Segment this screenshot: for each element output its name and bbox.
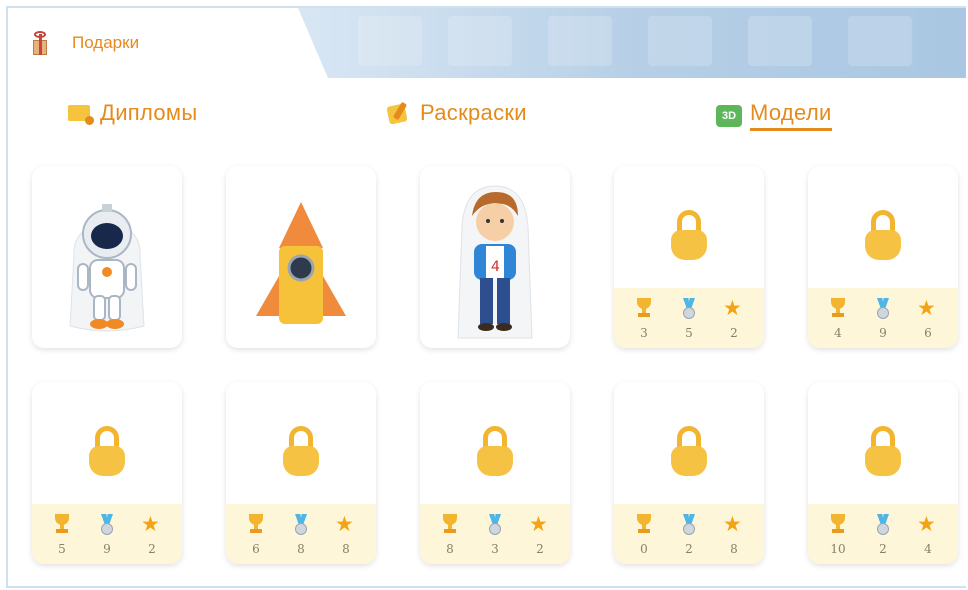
unlock-requirements: 6 8 ★ 8 [226, 504, 376, 564]
lock-icon [281, 426, 321, 478]
lock-icon [669, 426, 709, 478]
star-icon: ★ [529, 513, 548, 536]
astronaut-image [69, 204, 145, 332]
trophy-count: 6 [252, 542, 260, 556]
app-window: Подарки Дипломы Раскраски 3D Модели 4 3 … [6, 6, 966, 588]
tab-label: Модели [750, 100, 832, 131]
model-3d-icon: 3D [716, 104, 742, 127]
model-card-locked[interactable]: 5 9 ★ 2 [32, 382, 182, 564]
star-icon: ★ [335, 513, 354, 536]
unlock-requirements: 0 2 ★ 8 [614, 504, 764, 564]
star-count: 8 [730, 542, 738, 556]
trophy-count: 3 [640, 326, 648, 340]
medal-icon [294, 514, 308, 538]
trophy-count: 0 [640, 542, 648, 556]
star-icon: ★ [141, 513, 160, 536]
star-icon: ★ [723, 297, 742, 320]
medal-icon [876, 298, 890, 322]
model-card-locked[interactable]: 4 9 ★ 6 [808, 166, 958, 348]
unlock-requirements: 8 3 ★ 2 [420, 504, 570, 564]
category-tabs: Дипломы Раскраски 3D Модели [8, 100, 966, 140]
medal-icon [682, 298, 696, 322]
star-count: 4 [924, 542, 932, 556]
medal-count: 2 [685, 542, 693, 556]
gift-icon [28, 30, 52, 56]
unlock-requirements: 5 9 ★ 2 [32, 504, 182, 564]
medal-icon [100, 514, 114, 538]
medal-count: 9 [103, 542, 111, 556]
trophy-icon [635, 514, 653, 536]
medal-count: 3 [491, 542, 499, 556]
star-icon: ★ [917, 297, 936, 320]
page-title: Подарки [72, 33, 140, 52]
star-count: 2 [730, 326, 738, 340]
unlock-requirements: 3 5 ★ 2 [614, 288, 764, 348]
lock-icon [669, 210, 709, 262]
medal-count: 5 [685, 326, 693, 340]
medal-count: 8 [297, 542, 305, 556]
medal-icon [682, 514, 696, 538]
unlock-requirements: 10 2 ★ 4 [808, 504, 958, 564]
trophy-icon [635, 298, 653, 320]
header-background [298, 8, 966, 78]
trophy-icon [53, 514, 71, 536]
medal-icon [876, 514, 890, 538]
coloring-icon [388, 102, 408, 124]
trophy-count: 4 [834, 326, 842, 340]
trophy-count: 8 [446, 542, 454, 556]
trophy-icon [247, 514, 265, 536]
model-card-locked[interactable]: 3 5 ★ 2 [614, 166, 764, 348]
tab-label: Раскраски [420, 100, 527, 125]
boy-image: 4 [457, 185, 533, 339]
tab-label: Дипломы [100, 100, 198, 125]
svg-text:4: 4 [491, 259, 500, 275]
star-count: 8 [342, 542, 350, 556]
diploma-icon [68, 105, 94, 125]
tab-gifts[interactable]: Подарки [8, 8, 139, 78]
model-card-locked[interactable]: 6 8 ★ 8 [226, 382, 376, 564]
trophy-icon [829, 514, 847, 536]
trophy-icon [829, 298, 847, 320]
trophy-count: 5 [58, 542, 66, 556]
trophy-icon [441, 514, 459, 536]
model-card-astronaut[interactable] [32, 166, 182, 348]
medal-count: 9 [879, 326, 887, 340]
tab-models[interactable]: 3D Модели [716, 100, 832, 131]
unlock-requirements: 4 9 ★ 6 [808, 288, 958, 348]
trophy-count: 10 [830, 542, 846, 556]
rocket-image [256, 202, 346, 324]
medal-icon [488, 514, 502, 538]
model-card-locked[interactable]: 0 2 ★ 8 [614, 382, 764, 564]
medal-count: 2 [879, 542, 887, 556]
tab-coloring[interactable]: Раскраски [388, 100, 527, 126]
model-card-locked[interactable]: 8 3 ★ 2 [420, 382, 570, 564]
star-count: 6 [924, 326, 932, 340]
star-icon: ★ [723, 513, 742, 536]
lock-icon [475, 426, 515, 478]
star-count: 2 [536, 542, 544, 556]
star-icon: ★ [917, 513, 936, 536]
lock-icon [863, 426, 903, 478]
model-card-rocket[interactable] [226, 166, 376, 348]
lock-icon [87, 426, 127, 478]
lock-icon [863, 210, 903, 262]
model-card-boy[interactable]: 4 [420, 166, 570, 348]
star-count: 2 [148, 542, 156, 556]
tab-diplomas[interactable]: Дипломы [68, 100, 197, 126]
model-card-locked[interactable]: 10 2 ★ 4 [808, 382, 958, 564]
